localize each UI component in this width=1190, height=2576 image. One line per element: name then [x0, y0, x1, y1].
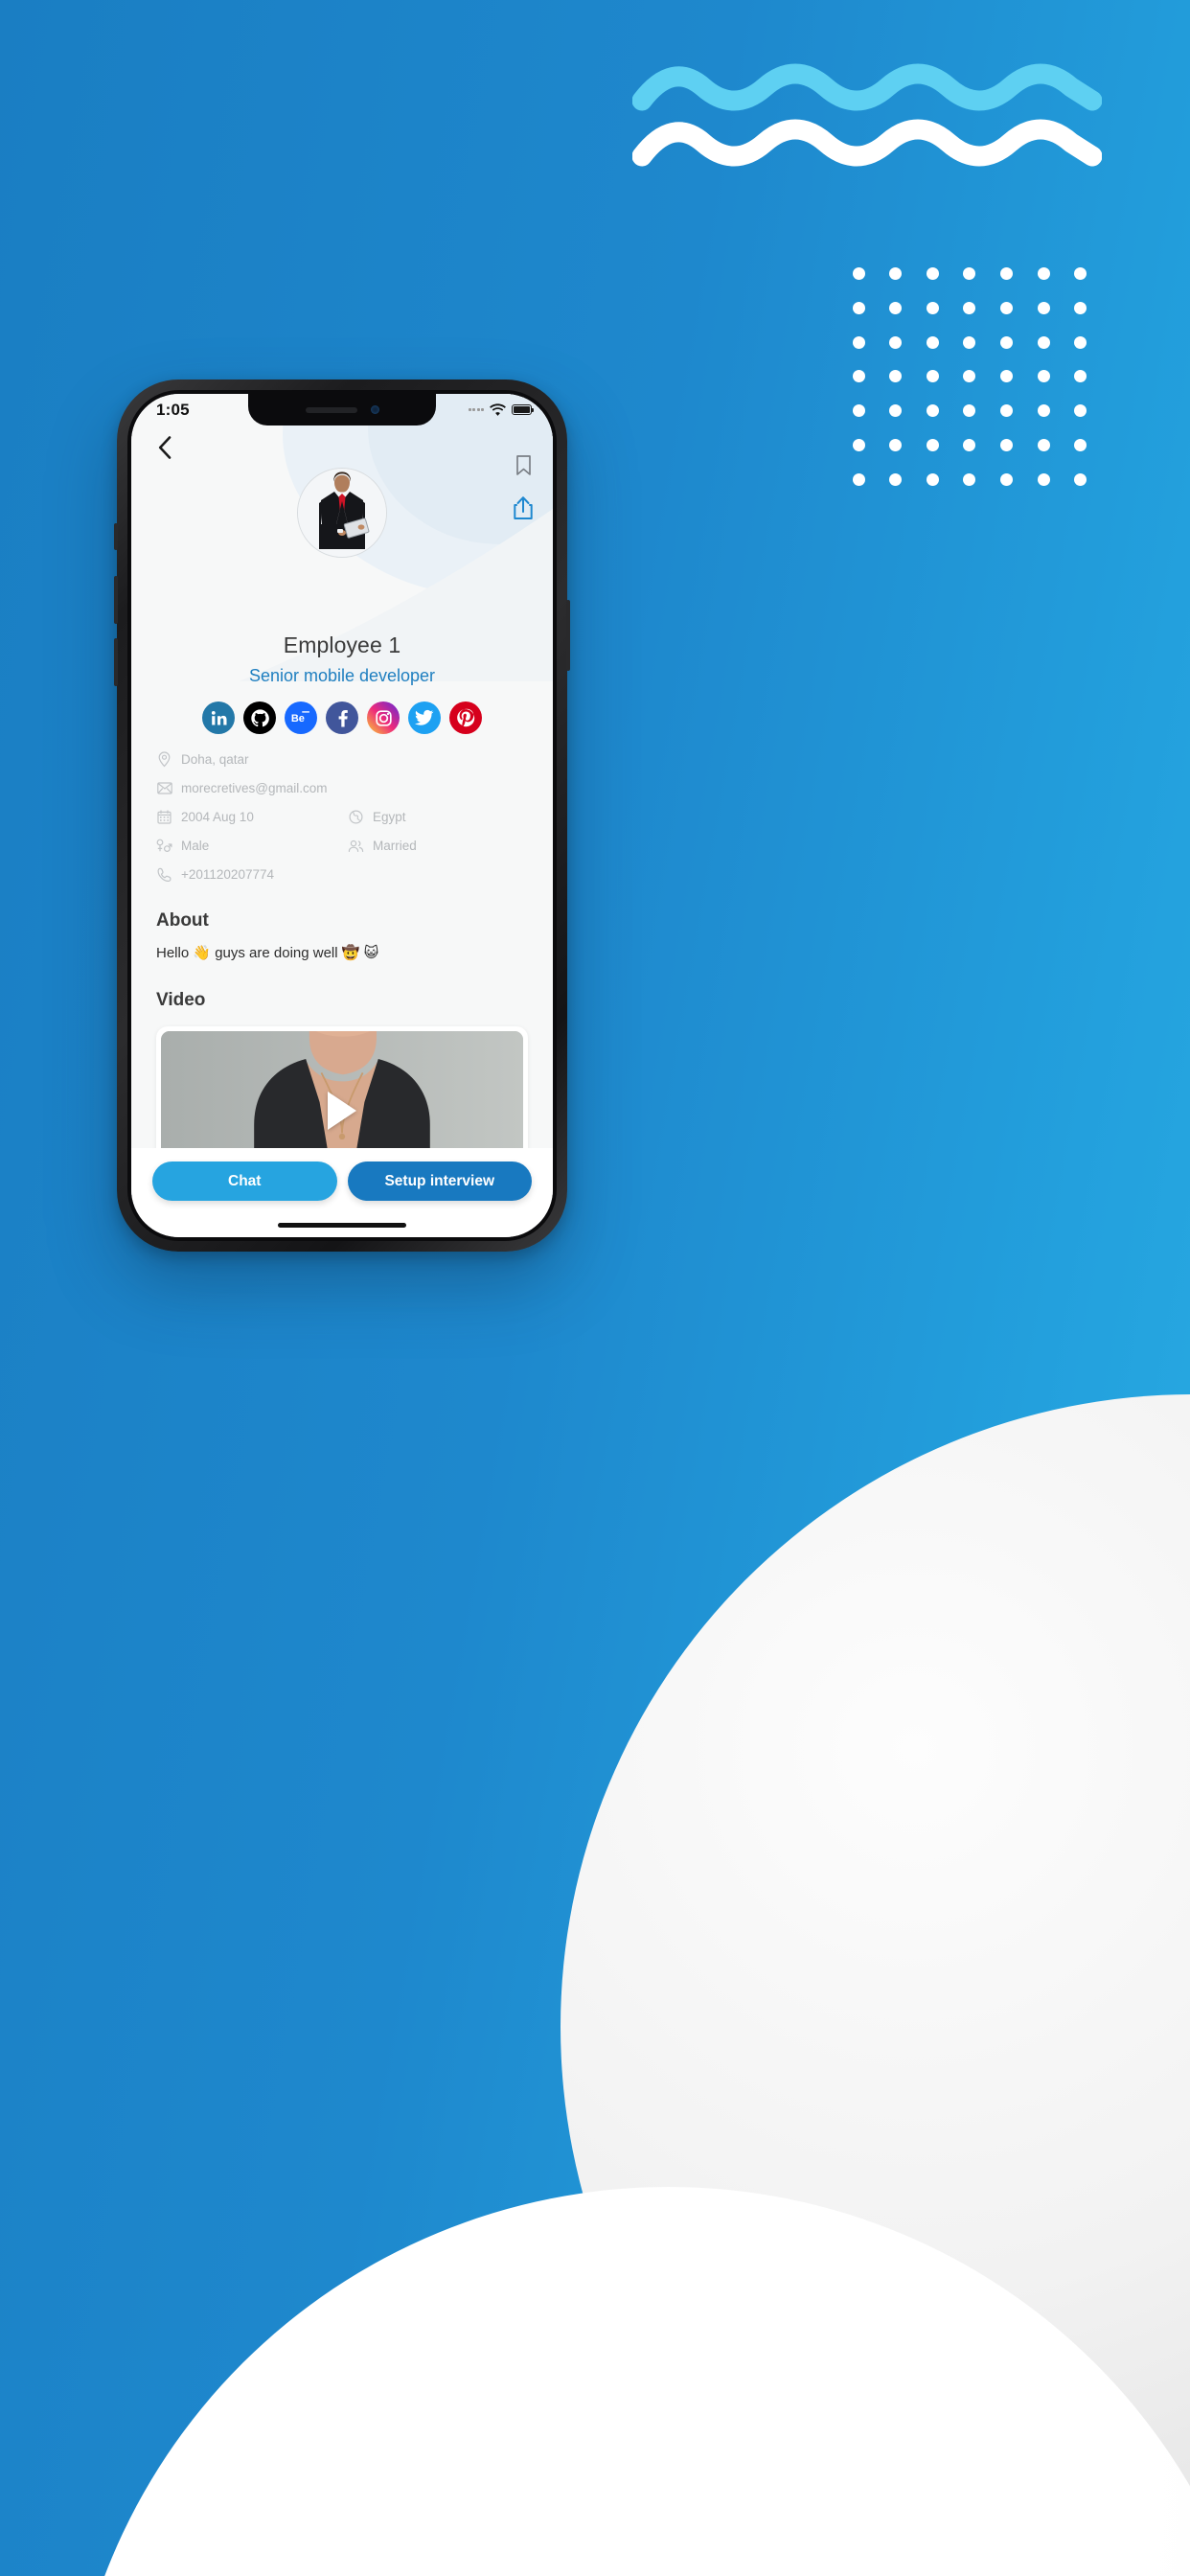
- detail-row-gender-marital: Male Married: [156, 838, 532, 854]
- detail-email: morecretives@gmail.com: [156, 780, 532, 796]
- detail-row-phone: +201120207774: [156, 866, 532, 883]
- video-thumbnail[interactable]: [161, 1031, 523, 1148]
- decorative-waves: [631, 53, 1103, 177]
- svg-text:Be: Be: [291, 713, 305, 724]
- share-icon: [514, 496, 533, 519]
- social-twitter-button[interactable]: [408, 702, 441, 734]
- share-button[interactable]: [513, 495, 534, 525]
- status-time: 1:05: [156, 400, 190, 419]
- detail-phone: +201120207774: [156, 866, 532, 883]
- social-behance-button[interactable]: Be: [285, 702, 317, 734]
- phone-bezel: 1:05 Employee 1 Senior mobile developer …: [127, 390, 557, 1241]
- facebook-icon: [338, 710, 348, 727]
- detail-marital-status: Married: [348, 838, 532, 854]
- battery-icon: [512, 404, 534, 415]
- github-icon: [250, 708, 269, 726]
- about-text: Hello 👋 guys are doing well 🤠 😺: [156, 945, 379, 961]
- phone-power-button: [566, 600, 570, 671]
- social-github-button[interactable]: [243, 702, 276, 734]
- front-camera-icon: [370, 405, 379, 414]
- screen-actions: [513, 433, 534, 525]
- about-section: About Hello 👋 guys are doing well 🤠 😺: [131, 910, 553, 961]
- bookmark-icon: [515, 455, 531, 475]
- home-indicator[interactable]: [278, 1222, 406, 1228]
- setup-interview-button[interactable]: Setup interview: [347, 1162, 532, 1201]
- people-icon: [348, 838, 364, 854]
- earpiece-speaker: [305, 406, 357, 413]
- status-indicators: [468, 403, 534, 416]
- detail-row-email: morecretives@gmail.com: [156, 780, 532, 796]
- phone-screen: 1:05 Employee 1 Senior mobile developer …: [131, 394, 553, 1237]
- phone-icon: [156, 866, 172, 883]
- detail-location: Doha, qatar: [156, 751, 348, 768]
- phone-mockup: 1:05 Employee 1 Senior mobile developer …: [114, 380, 570, 1252]
- page-title: Employee 1: [283, 632, 401, 657]
- social-facebook-button[interactable]: [326, 702, 358, 734]
- video-section: Video: [131, 990, 553, 1011]
- twitter-icon: [415, 709, 434, 725]
- behance-icon: Be: [291, 711, 309, 724]
- phone-volume-up: [114, 576, 118, 624]
- instagram-icon: [375, 709, 392, 726]
- profile-details: Doha, qatar morecretives@gmail.com 2004 …: [131, 751, 553, 895]
- signal-dots-icon: [468, 408, 484, 411]
- bookmark-button[interactable]: [515, 454, 533, 482]
- detail-row-location: Doha, qatar: [156, 751, 532, 768]
- pinterest-icon: [457, 708, 475, 727]
- chevron-left-icon: [158, 436, 172, 459]
- back-button[interactable]: [150, 433, 179, 462]
- detail-email-text: morecretives@gmail.com: [181, 781, 328, 795]
- detail-phone-text: +201120207774: [181, 867, 274, 882]
- social-linkedin-button[interactable]: [202, 702, 235, 734]
- location-pin-icon: [156, 751, 172, 768]
- about-title: About: [156, 910, 209, 931]
- action-bar: Chat Setup interview: [131, 1148, 553, 1212]
- detail-location-text: Doha, qatar: [181, 752, 249, 767]
- detail-birthday-text: 2004 Aug 10: [181, 810, 254, 824]
- phone-notch: [248, 394, 436, 426]
- decorative-dot-grid: [840, 257, 1099, 496]
- profile-page: Employee 1 Senior mobile developer Be Do…: [131, 426, 553, 1148]
- wifi-icon: [490, 403, 506, 416]
- detail-row-birthday-country: 2004 Aug 10 Egypt: [156, 809, 532, 825]
- detail-country: Egypt: [348, 809, 532, 825]
- video-card: [156, 1026, 528, 1148]
- linkedin-icon: [211, 710, 226, 724]
- detail-country-text: Egypt: [373, 810, 406, 824]
- video-title: Video: [156, 990, 206, 1010]
- detail-birthday: 2004 Aug 10: [156, 809, 348, 825]
- play-icon[interactable]: [328, 1092, 356, 1130]
- profile-role: Senior mobile developer: [248, 666, 436, 685]
- gender-icon: [156, 838, 172, 854]
- social-instagram-button[interactable]: [367, 702, 400, 734]
- home-indicator-bar: [131, 1212, 553, 1237]
- phone-mute-switch: [114, 523, 118, 550]
- phone-volume-down: [114, 638, 118, 686]
- detail-gender: Male: [156, 838, 348, 854]
- calendar-icon: [156, 809, 172, 825]
- avatar[interactable]: [297, 468, 387, 558]
- globe-icon: [348, 809, 364, 825]
- detail-gender-text: Male: [181, 839, 210, 853]
- envelope-icon: [156, 780, 172, 796]
- social-links: Be: [131, 702, 553, 734]
- chat-button[interactable]: Chat: [152, 1162, 337, 1201]
- detail-marital-text: Married: [373, 839, 417, 853]
- social-pinterest-button[interactable]: [449, 702, 482, 734]
